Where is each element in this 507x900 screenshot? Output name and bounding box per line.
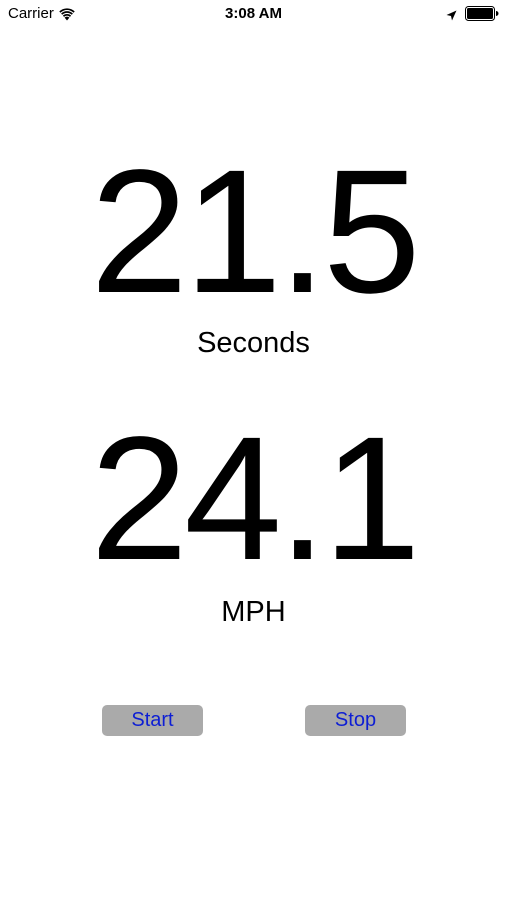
status-bar: Carrier 3:08 AM [0,0,507,28]
stop-button[interactable]: Stop [305,705,406,736]
seconds-label: Seconds [197,327,310,359]
start-button[interactable]: Start [102,705,203,736]
battery-icon [465,6,499,21]
elapsed-seconds-value: 21.5 [90,134,421,330]
speed-mph-value: 24.1 [90,401,421,597]
status-right-icons [446,6,499,21]
mph-label: MPH [221,596,286,628]
location-icon [446,8,457,21]
status-time: 3:08 AM [225,5,282,22]
